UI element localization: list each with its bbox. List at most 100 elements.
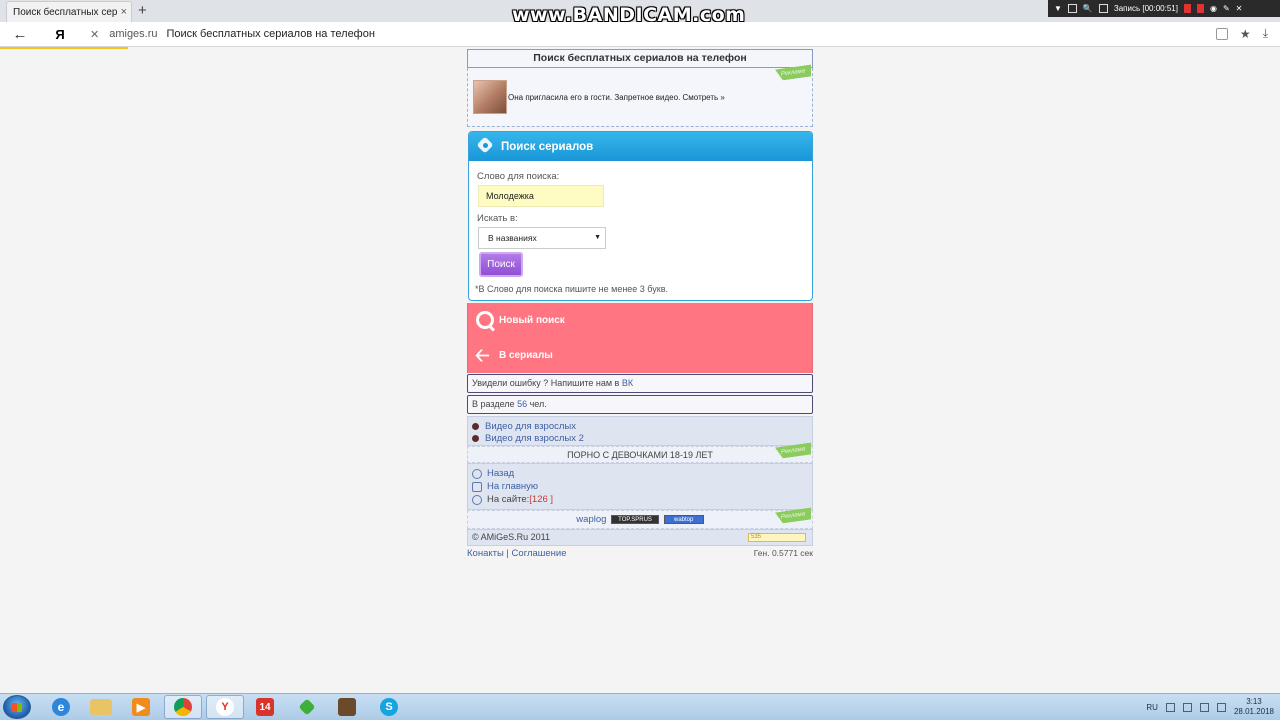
search-button[interactable]: Поиск: [479, 252, 523, 277]
windows-taskbar: e ▶ Y 14 S RU 3:13 28.01.2018: [0, 693, 1280, 720]
tab-strip: Поиск бесплатных сериа × + www.BANDICAM.…: [0, 0, 1280, 26]
browser-tab[interactable]: Поиск бесплатных сериа ×: [6, 1, 132, 22]
url-page-title[interactable]: Поиск бесплатных сериалов на телефон: [167, 28, 375, 40]
adult-links: Видео для взрослых Видео для взрослых 2: [467, 416, 813, 446]
series-icon: [477, 138, 495, 156]
taskbar-skype[interactable]: S: [370, 695, 408, 719]
contacts-link[interactable]: Конакты: [467, 548, 504, 559]
home-link[interactable]: На главную: [487, 481, 538, 492]
search-in-value: В названиях: [488, 233, 537, 243]
adult-video-link[interactable]: Видео для взрослых: [485, 421, 576, 432]
vk-link[interactable]: ВК: [622, 378, 633, 388]
search-input[interactable]: Молодежка: [478, 185, 604, 207]
generation-time: Ген. 0.5771 сек: [753, 548, 813, 558]
taskbar-yandex-browser[interactable]: Y: [206, 695, 244, 719]
pause-icon[interactable]: [1183, 4, 1191, 13]
ad-ribbon: Реклама: [775, 442, 811, 459]
navigation-box: Назад На главную На сайте: [126 ]: [467, 463, 813, 510]
url-domain[interactable]: amiges.ru: [109, 28, 157, 40]
app-14-icon: 14: [256, 698, 274, 716]
downloads-icon[interactable]: ⤓: [1263, 26, 1268, 41]
ad-link[interactable]: Она пригласила его в гости. Запретное ви…: [508, 93, 725, 102]
new-search-label: Новый поиск: [499, 315, 565, 326]
list-item: Видео для взрослых: [472, 420, 808, 432]
arrow-left-icon: 🡠: [475, 344, 490, 365]
clock-time: 3:13: [1246, 697, 1262, 706]
media-player-icon: ▶: [132, 698, 150, 716]
taskbar-sims[interactable]: [288, 695, 326, 719]
waplog-link[interactable]: waplog: [576, 514, 606, 525]
taskbar-app-14[interactable]: 14: [246, 695, 284, 719]
magnifier-icon: [475, 310, 497, 332]
error-report-box: Увидели ошибку ? Напишите нам в ВК: [467, 374, 813, 393]
yandex-logo-icon[interactable]: Я: [46, 27, 74, 42]
bookmark-star-icon[interactable]: ★: [1240, 27, 1251, 41]
back-arrow-icon[interactable]: ←: [6, 26, 34, 43]
language-indicator[interactable]: RU: [1146, 703, 1158, 712]
stop-loading-icon[interactable]: ✕: [90, 28, 99, 41]
ad-ribbon: Реклама: [775, 507, 811, 524]
reader-mode-icon[interactable]: [1215, 27, 1228, 40]
ad-ribbon: Реклама: [775, 64, 811, 81]
ad-thumbnail[interactable]: [473, 80, 507, 114]
wabtop-badge[interactable]: wabtop: [663, 514, 704, 524]
system-tray: RU 3:13 28.01.2018: [1146, 697, 1274, 717]
online-count-link[interactable]: [126 ]: [529, 494, 553, 505]
mini-banner[interactable]: 535: [748, 533, 806, 542]
taskbar-chrome[interactable]: [164, 695, 202, 719]
section-suffix: чел.: [527, 399, 547, 409]
region-icon[interactable]: [1098, 4, 1108, 13]
tray-hidden-icons-icon[interactable]: [1165, 702, 1175, 712]
section-prefix: В разделе: [472, 399, 518, 409]
promo-link[interactable]: ПОРНО С ДЕВОЧКАМИ 18-19 ЛЕТ: [567, 450, 713, 460]
online-prefix: На сайте:: [487, 494, 530, 505]
record-label: Запись [00:00:51]: [1113, 4, 1178, 13]
folder-icon: [90, 699, 112, 715]
chrome-icon: [174, 698, 192, 716]
top-counter-badge[interactable]: TOP.SPRUS: [611, 514, 660, 524]
new-tab-button[interactable]: +: [138, 2, 147, 19]
agreement-link[interactable]: Соглашение: [512, 548, 567, 559]
close-icon[interactable]: ✕: [1236, 4, 1243, 13]
section-count-link[interactable]: 56: [517, 399, 527, 409]
tab-title: Поиск бесплатных сериа: [13, 6, 117, 18]
taskbar-game[interactable]: [328, 695, 366, 719]
back-icon: [472, 468, 482, 479]
stop-record-icon[interactable]: [1196, 4, 1204, 13]
network-icon[interactable]: [1199, 702, 1209, 712]
volume-icon[interactable]: [1216, 702, 1226, 712]
to-series-button[interactable]: 🡠 В сериалы: [467, 338, 813, 373]
search-panel-header: Поиск сериалов: [469, 132, 812, 161]
page-content: Поиск бесплатных сериалов на телефон Она…: [467, 49, 813, 561]
search-icon[interactable]: 🔍: [1083, 4, 1093, 13]
bullet-icon: [472, 434, 479, 442]
window-icon[interactable]: [1067, 4, 1077, 13]
adult-video-2-link[interactable]: Видео для взрослых 2: [485, 433, 584, 444]
clock[interactable]: 3:13 28.01.2018: [1234, 697, 1274, 717]
pencil-icon[interactable]: ✎: [1223, 4, 1230, 13]
search-note: *В Слово для поиска пишите не менее 3 бу…: [475, 284, 668, 294]
taskbar-internet-explorer[interactable]: e: [42, 695, 80, 719]
dropdown-icon[interactable]: ▼: [1054, 4, 1062, 13]
sims-plumbob-icon: [298, 698, 316, 716]
search-in-select[interactable]: В названиях ▼: [478, 227, 606, 249]
list-item: Назад: [472, 467, 808, 480]
taskbar-file-explorer[interactable]: [82, 695, 120, 719]
back-link[interactable]: Назад: [487, 468, 514, 479]
flag-icon[interactable]: [1182, 702, 1192, 712]
recording-toolbar: ▼ 🔍 Запись [00:00:51] ◉ ✎ ✕: [1048, 0, 1280, 17]
copyright-text: © AMiGeS.Ru 2011: [472, 532, 551, 542]
home-icon: [472, 481, 482, 492]
taskbar-media-player[interactable]: ▶: [122, 695, 160, 719]
search-panel-title: Поиск сериалов: [501, 140, 594, 153]
search-word-label: Слово для поиска:: [477, 171, 560, 182]
camera-icon[interactable]: ◉: [1210, 4, 1217, 13]
new-search-button[interactable]: Новый поиск: [467, 303, 813, 338]
close-tab-icon[interactable]: ×: [121, 6, 127, 18]
error-report-text: Увидели ошибку ? Напишите нам в: [472, 378, 622, 388]
footer-separator: |: [503, 548, 512, 559]
start-button[interactable]: [3, 695, 31, 719]
list-item: Видео для взрослых 2: [472, 432, 808, 444]
footer-links: Конакты | Соглашение Ген. 0.5771 сек: [467, 546, 813, 561]
ad-banner[interactable]: Она пригласила его в гости. Запретное ви…: [467, 68, 813, 127]
